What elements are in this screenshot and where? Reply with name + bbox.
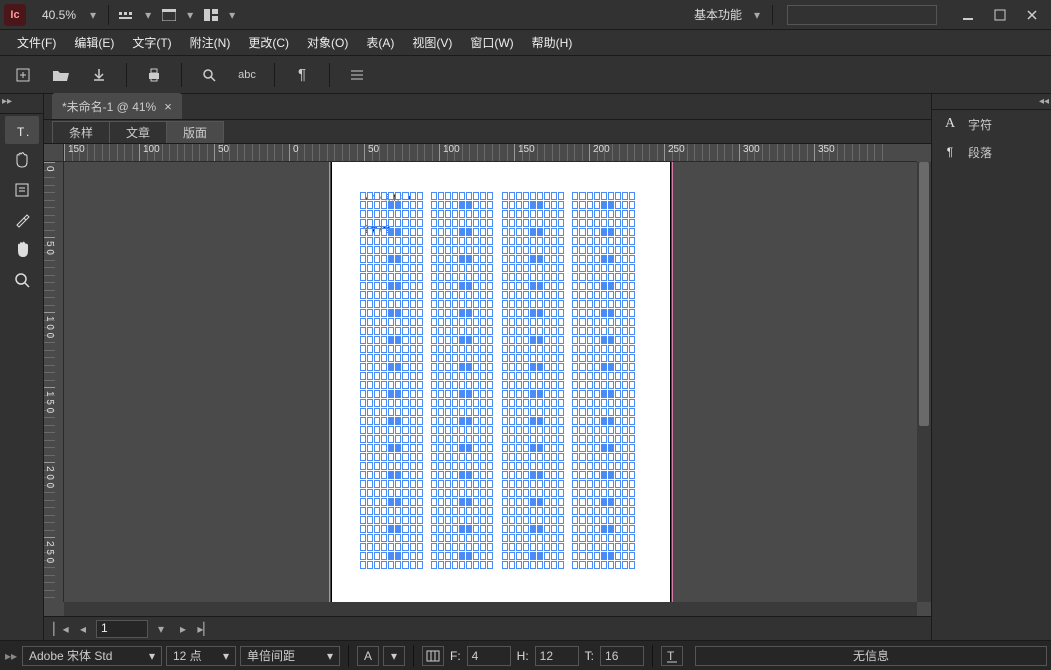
vertical-scrollbar[interactable]	[917, 162, 931, 602]
expand-left-grip[interactable]: ▸▸	[0, 94, 14, 108]
menu-bar: 文件(F) 编辑(E) 文字(T) 附注(N) 更改(C) 对象(O) 表(A)…	[0, 30, 1051, 56]
menu-edit[interactable]: 编辑(E)	[65, 30, 123, 56]
menu-object[interactable]: 对象(O)	[298, 30, 357, 56]
svg-text:T: T	[667, 649, 675, 663]
character-icon: A	[942, 116, 958, 132]
view-options-icon[interactable]	[115, 3, 139, 27]
maximize-button[interactable]	[985, 4, 1015, 26]
panel-character[interactable]: A 字符	[932, 110, 1051, 138]
open-icon[interactable]	[46, 60, 76, 90]
char-width-icon[interactable]: A	[357, 646, 379, 666]
font-family-field[interactable]: Adobe 宋体 Std▾	[22, 646, 162, 666]
menu-changes[interactable]: 更改(C)	[239, 30, 298, 56]
paragraph-icon: ¶	[942, 145, 958, 159]
frame-grid-icon	[422, 646, 444, 666]
note-tool[interactable]	[5, 176, 39, 204]
status-expand-grip[interactable]: ▸▸	[4, 649, 18, 663]
close-tab-icon[interactable]: ×	[164, 99, 172, 114]
menu-window[interactable]: 窗口(W)	[461, 30, 522, 56]
close-button[interactable]	[1017, 4, 1047, 26]
document-tab[interactable]: *未命名-1 @ 41% ×	[52, 93, 182, 119]
screen-mode-dropdown[interactable]: ▾	[187, 8, 193, 22]
hand-tool[interactable]	[5, 236, 39, 264]
horizontal-ruler[interactable]: 15010050050100150200250300350	[64, 144, 917, 162]
view-tab-story[interactable]: 文章	[109, 121, 167, 143]
font-size-field[interactable]: 12 点▾	[166, 646, 236, 666]
workspace-dropdown[interactable]: ▾	[754, 8, 760, 22]
arrange-dropdown[interactable]: ▾	[229, 8, 235, 22]
page-number-field[interactable]: 1	[96, 620, 148, 638]
list-icon[interactable]	[342, 60, 372, 90]
panel-paragraph-label: 段落	[968, 144, 992, 161]
workspace-label[interactable]: 基本功能	[688, 6, 748, 23]
view-tab-galley[interactable]: 条样	[52, 121, 110, 143]
t-value: 16	[600, 646, 644, 666]
find-icon[interactable]	[194, 60, 224, 90]
new-icon[interactable]	[8, 60, 38, 90]
f-value: 4	[467, 646, 511, 666]
ruler-origin[interactable]	[44, 144, 64, 162]
eyedropper-tool[interactable]	[5, 206, 39, 234]
char-options-icon[interactable]: ▾	[383, 646, 405, 666]
vertical-ruler[interactable]: 05 01 0 01 5 02 0 02 5 0	[44, 162, 64, 602]
tools-panel: T.	[0, 94, 44, 640]
horizontal-scrollbar[interactable]	[64, 602, 917, 616]
spellcheck-icon[interactable]: abc	[232, 60, 262, 90]
menu-notes[interactable]: 附注(N)	[181, 30, 240, 56]
t-label: T:	[583, 649, 596, 663]
menu-view[interactable]: 视图(V)	[403, 30, 461, 56]
hand-grab-tool[interactable]	[5, 146, 39, 174]
h-value: 12	[535, 646, 579, 666]
first-page-button[interactable]: ▏◂	[52, 620, 70, 638]
status-info: 无信息	[695, 646, 1047, 666]
svg-text:.: .	[26, 125, 29, 138]
pilcrow-icon[interactable]: ¶	[287, 60, 317, 90]
last-page-button[interactable]: ▸▏	[196, 620, 214, 638]
canvas[interactable]: Adobe宋体Std 至第7框 40W x 35L = 1400(19)	[64, 162, 917, 602]
h-label: H:	[515, 649, 531, 663]
app-icon: Ic	[4, 4, 26, 26]
view-tab-layout[interactable]: 版面	[166, 121, 224, 143]
right-panel: A 字符 ¶ 段落	[931, 94, 1051, 640]
view-options-dropdown[interactable]: ▾	[145, 8, 151, 22]
zoom-tool[interactable]	[5, 266, 39, 294]
zoom-level: 40.5%	[34, 8, 84, 22]
prev-page-button[interactable]: ◂	[74, 620, 92, 638]
svg-text:T: T	[17, 125, 25, 138]
f-label: F:	[448, 649, 463, 663]
menu-text[interactable]: 文字(T)	[123, 30, 180, 56]
next-page-button[interactable]: ▸	[174, 620, 192, 638]
zoom-dropdown[interactable]: ▾	[90, 8, 96, 22]
menu-table[interactable]: 表(A)	[357, 30, 403, 56]
screen-mode-icon[interactable]	[157, 3, 181, 27]
minimize-button[interactable]	[953, 4, 983, 26]
arrange-icon[interactable]	[199, 3, 223, 27]
menu-help[interactable]: 帮助(H)	[523, 30, 582, 56]
menu-file[interactable]: 文件(F)	[8, 30, 65, 56]
document-tab-title: *未命名-1 @ 41%	[62, 98, 156, 115]
save-icon[interactable]	[84, 60, 114, 90]
page-dropdown[interactable]: ▾	[158, 622, 164, 636]
panel-paragraph[interactable]: ¶ 段落	[932, 138, 1051, 166]
type-tool[interactable]: T.	[5, 116, 39, 144]
line-spacing-field[interactable]: 单倍间距▾	[240, 646, 340, 666]
print-icon[interactable]	[139, 60, 169, 90]
page[interactable]: Adobe宋体Std 至第7框 40W x 35L = 1400(19)	[332, 162, 670, 602]
search-input[interactable]	[787, 5, 937, 25]
panel-character-label: 字符	[968, 116, 992, 133]
scale-icon[interactable]: T	[661, 646, 683, 666]
expand-right-grip[interactable]: ◂◂	[1037, 94, 1051, 108]
